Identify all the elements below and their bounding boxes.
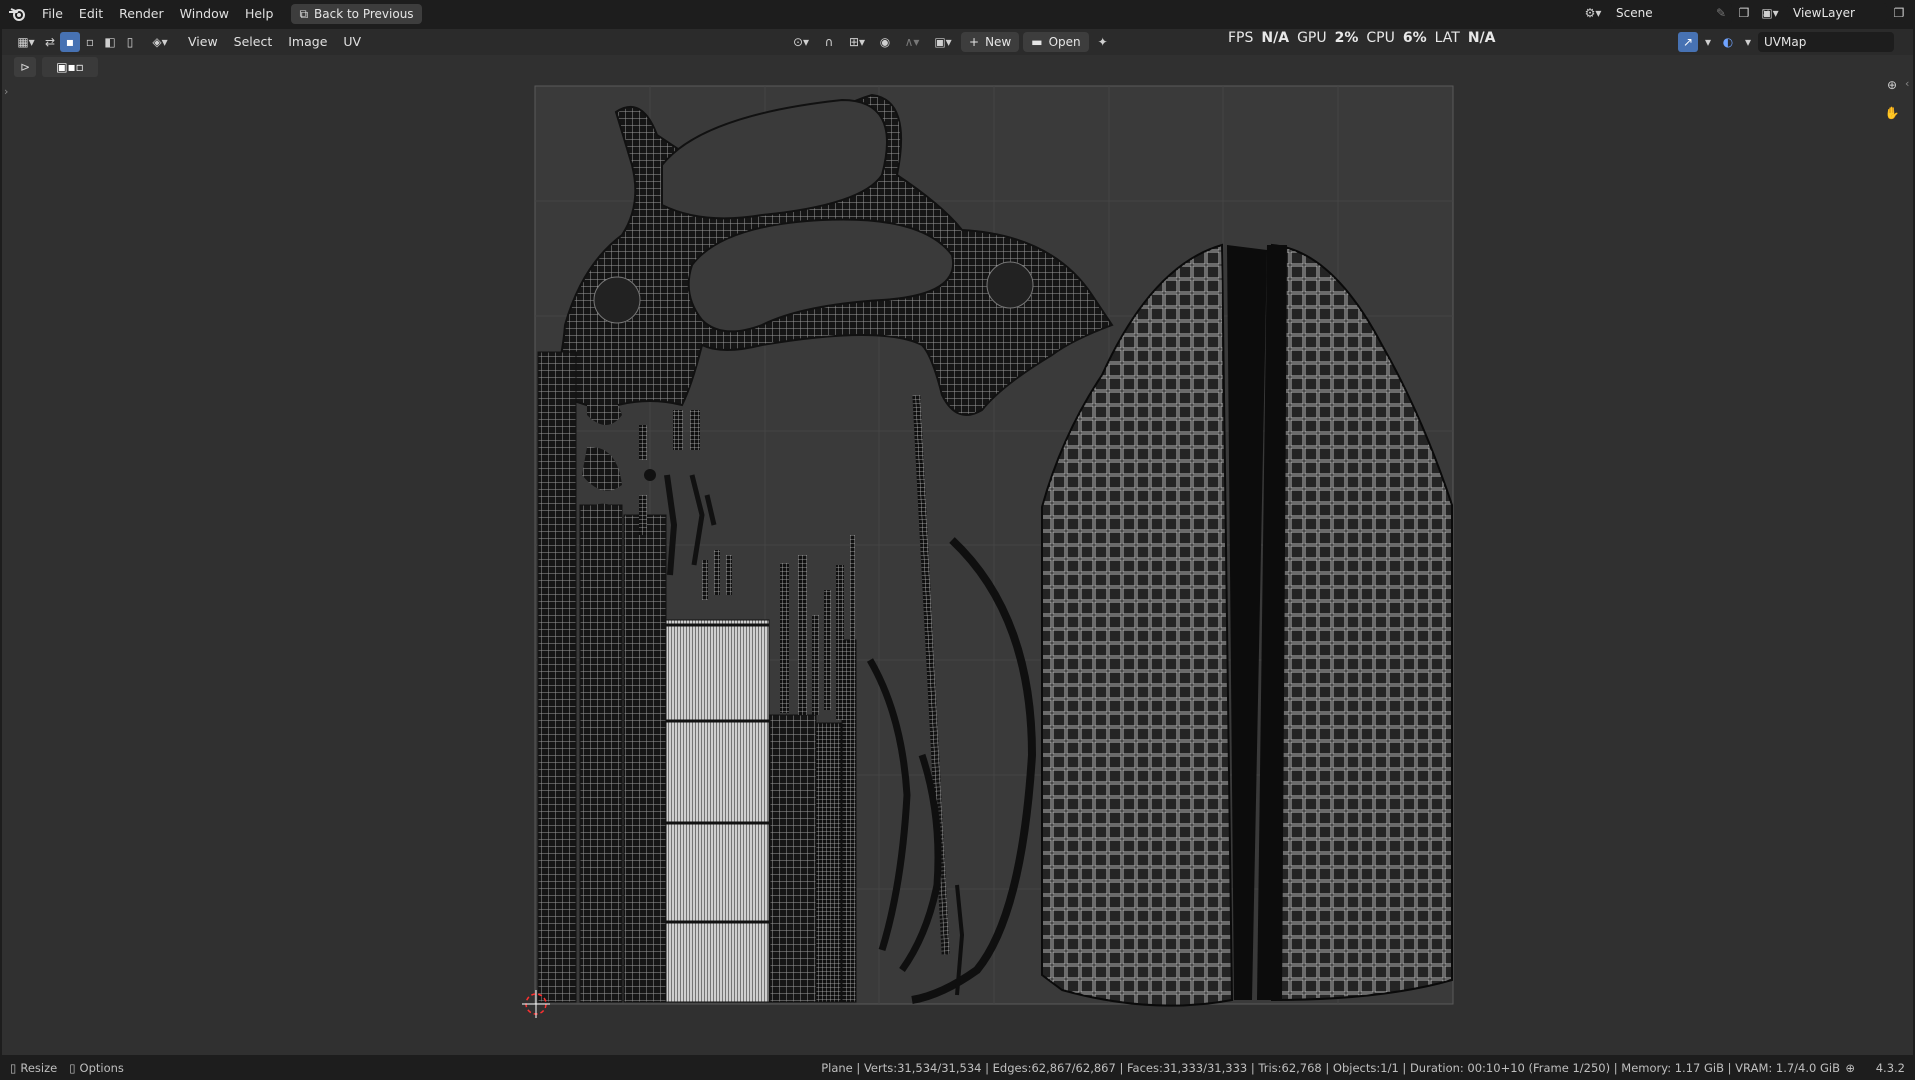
new-image-label: New (985, 35, 1012, 49)
mouse-icon: ▯ (10, 1060, 17, 1075)
back-to-previous-label: Back to Previous (314, 7, 414, 21)
scene-name: Scene (1616, 6, 1653, 20)
face-select-mode-icon[interactable]: ◧ (100, 32, 120, 52)
menu-help[interactable]: Help (237, 3, 282, 25)
uv-editor-header: ▦▾ ⇄ ▪ ▫ ◧ ▯ ◈▾ View Select Image UV ⊙▾ … (2, 29, 1913, 55)
menu-window[interactable]: Window (172, 3, 237, 25)
status-options: ▯ Options (69, 1061, 124, 1075)
view-layer-field[interactable]: ViewLayer (1787, 3, 1887, 23)
cpu-label: CPU (1366, 30, 1395, 46)
gpu-value: 2% (1334, 30, 1359, 46)
menu-image[interactable]: Image (280, 31, 335, 53)
scene-name-field[interactable]: Scene ✎ (1610, 3, 1732, 23)
version-label: 4.3.2 (1875, 1060, 1905, 1075)
lat-label: LAT (1434, 30, 1460, 46)
vertex-select-mode-icon[interactable]: ▪ (60, 32, 80, 52)
scene-statistics: Plane | Verts:31,534/31,534 | Edges:62,8… (821, 1060, 1840, 1075)
back-to-previous-button[interactable]: ⧉ Back to Previous (291, 4, 422, 24)
pivot-point-icon[interactable]: ⊙▾ (787, 32, 815, 52)
performance-stats: FPS N/A GPU 2% CPU 6% LAT N/A (1228, 30, 1495, 46)
top-menu-bar: File Edit Render Window Help ⧉ Back to P… (0, 0, 1915, 28)
new-scene-icon[interactable]: ❐ (1734, 3, 1754, 23)
folder-icon: ▬ (1031, 35, 1043, 49)
uvmap-name: UVMap (1764, 35, 1807, 49)
pin-icon[interactable]: ✎ (1716, 6, 1726, 20)
view-layer-selector-icon[interactable]: ▣▾ (1755, 3, 1785, 23)
uv-canvas (522, 85, 1454, 1018)
status-resize: ▯ Resize (10, 1061, 57, 1075)
sync-selection-icon[interactable]: ⇄ (40, 32, 60, 52)
image-browse-icon[interactable]: ▣▾ (929, 32, 957, 52)
menu-file[interactable]: File (34, 3, 71, 25)
falloff-icon[interactable]: ∧▾ (899, 32, 925, 52)
resize-label: Resize (20, 1060, 58, 1075)
menu-render[interactable]: Render (111, 3, 172, 25)
sticky-select-icon[interactable]: ◈▾ (146, 32, 174, 52)
uv-viewport[interactable]: ⊳ ▣▪▫ › ⊕ ✋ ‹ (2, 55, 1913, 1055)
fps-label: FPS (1228, 30, 1254, 46)
proportional-edit-icon[interactable]: ◉ (875, 32, 895, 52)
menu-edit[interactable]: Edit (71, 3, 111, 25)
plus-icon: + (969, 35, 980, 49)
overlay-dropdown-icon[interactable]: ▾ (1742, 32, 1754, 52)
mouse-right-icon: ▯ (69, 1060, 76, 1075)
gpu-label: GPU (1297, 30, 1327, 46)
overlay-icon[interactable]: ◐ (1718, 32, 1738, 52)
menu-view[interactable]: View (180, 31, 226, 53)
options-label: Options (79, 1060, 124, 1075)
editor-type-icon[interactable]: ▦▾ (12, 32, 40, 52)
uvmap-field[interactable]: UVMap (1758, 32, 1894, 52)
menu-select[interactable]: Select (226, 31, 281, 53)
pin-image-icon[interactable]: ✦ (1093, 32, 1113, 52)
snap-icon[interactable]: ∩ (819, 32, 839, 52)
gizmo-dropdown-icon[interactable]: ▾ (1702, 32, 1714, 52)
open-image-button[interactable]: ▬ Open (1023, 32, 1089, 52)
edge-select-mode-icon[interactable]: ▫ (80, 32, 100, 52)
snap-target-icon[interactable]: ⊞▾ (843, 32, 871, 52)
cpu-value: 6% (1402, 30, 1427, 46)
status-bar: ▯ Resize ▯ Options Plane | Verts:31,534/… (0, 1055, 1915, 1080)
new-view-layer-icon[interactable]: ❐ (1889, 3, 1909, 23)
view-layer-name: ViewLayer (1793, 6, 1855, 20)
network-icon: ⊕ (1845, 1060, 1855, 1075)
blender-logo-icon[interactable] (0, 0, 34, 28)
new-image-button[interactable]: + New (961, 32, 1020, 52)
scene-selector-icon[interactable]: ⚙▾ (1578, 3, 1608, 23)
open-image-label: Open (1048, 35, 1081, 49)
island-select-mode-icon[interactable]: ▯ (120, 32, 140, 52)
fps-value: N/A (1261, 30, 1290, 46)
menu-uv[interactable]: UV (335, 31, 369, 53)
delete-view-layer-icon[interactable]: ✕ (1911, 3, 1915, 23)
back-icon: ⧉ (299, 6, 309, 21)
lat-value: N/A (1467, 30, 1496, 46)
gizmo-icon[interactable]: ↗ (1678, 32, 1698, 52)
